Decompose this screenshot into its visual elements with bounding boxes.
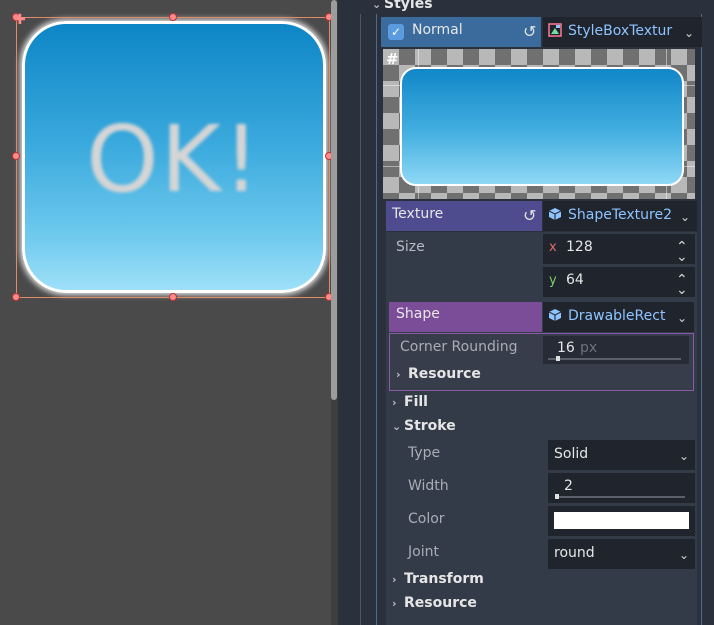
chevron-right-icon: › <box>392 597 397 610</box>
stroke-joint-label: Joint <box>408 544 439 560</box>
resize-handle-bottom[interactable] <box>169 293 177 301</box>
chevron-right-icon: › <box>392 573 397 586</box>
texture-label: Texture <box>392 206 444 222</box>
size-x-value: 128 <box>566 239 593 255</box>
stylebox-preview-shape <box>400 67 684 186</box>
stroke-width-label: Width <box>408 478 449 494</box>
pivot-icon[interactable]: ✚ <box>14 12 26 28</box>
stroke-type-value: Solid <box>554 446 589 462</box>
spinner-icon[interactable]: ⌃ ⌄ <box>676 240 688 264</box>
chevron-down-icon[interactable]: ⌄ <box>679 548 689 562</box>
resource-cube-icon <box>548 207 562 221</box>
resource-cube-icon <box>548 308 562 322</box>
stroke-section[interactable]: ⌄ Stroke <box>392 418 456 434</box>
corner-rounding-unit: px <box>580 340 598 356</box>
shape-resource-type: DrawableRect <box>568 308 666 324</box>
fill-section[interactable]: › Fill <box>392 394 428 410</box>
stroke-color-label: Color <box>408 511 445 527</box>
chevron-down-icon[interactable]: ⌄ <box>679 449 689 463</box>
revert-icon[interactable]: ↺ <box>523 206 536 225</box>
styles-section-header[interactable]: ⌄ Styles <box>372 0 433 12</box>
shape-resource-section[interactable]: › Resource <box>396 366 481 382</box>
revert-icon[interactable]: ↺ <box>523 22 536 41</box>
stroke-width-slider[interactable] <box>555 496 685 498</box>
transform-label: Transform <box>404 571 484 587</box>
grid-toggle-icon[interactable]: # <box>386 50 399 68</box>
stylebox-texture-icon <box>548 23 562 37</box>
stroke-type-label: Type <box>408 445 441 461</box>
chevron-down-icon: ⌄ <box>372 0 382 11</box>
corner-rounding-slider-knob[interactable] <box>556 356 560 361</box>
corner-rounding-value: 16 <box>557 340 575 356</box>
stroke-width-slider-knob[interactable] <box>555 494 559 499</box>
corner-rounding-slider[interactable] <box>548 358 681 360</box>
fill-label: Fill <box>404 394 428 410</box>
x-axis-label: x <box>549 240 557 255</box>
resize-handle-left[interactable] <box>12 152 20 160</box>
size-label: Size <box>396 239 425 255</box>
stroke-label: Stroke <box>404 418 456 434</box>
size-y-value: 64 <box>566 272 584 288</box>
stroke-color-swatch[interactable] <box>554 512 689 529</box>
transform-section[interactable]: › Transform <box>392 571 484 587</box>
resize-handle-top[interactable] <box>169 13 177 21</box>
spinner-icon[interactable]: ⌃ ⌄ <box>676 273 688 297</box>
indent-guide <box>360 14 361 625</box>
resource-label: Resource <box>404 595 477 611</box>
chevron-down-icon[interactable]: ⌄ <box>684 26 694 40</box>
viewport-scrollbar-thumb[interactable] <box>331 0 337 400</box>
shape-label: Shape <box>396 306 440 322</box>
normal-checkbox[interactable]: ✓ <box>388 24 404 40</box>
normal-label: Normal <box>412 22 463 38</box>
normal-resource-type: StyleBoxTextur <box>568 23 673 39</box>
stroke-joint-value: round <box>554 545 595 561</box>
chevron-down-icon[interactable]: ⌄ <box>677 311 687 325</box>
styles-label: Styles <box>384 0 433 12</box>
chevron-down-icon[interactable]: ⌄ <box>680 210 690 224</box>
shape-resource-label: Resource <box>408 366 481 382</box>
resource-section[interactable]: › Resource <box>392 595 477 611</box>
chevron-right-icon: › <box>392 396 397 409</box>
y-axis-label: y <box>549 273 557 288</box>
corner-rounding-label: Corner Rounding <box>400 339 518 355</box>
resize-handle-bottom-left[interactable] <box>12 293 20 301</box>
selection-rect[interactable] <box>16 17 330 298</box>
texture-resource-type: ShapeTexture2 <box>568 207 672 223</box>
chevron-right-icon: › <box>396 368 401 381</box>
chevron-down-icon: ⌄ <box>392 420 402 433</box>
stroke-width-value: 2 <box>564 478 573 494</box>
